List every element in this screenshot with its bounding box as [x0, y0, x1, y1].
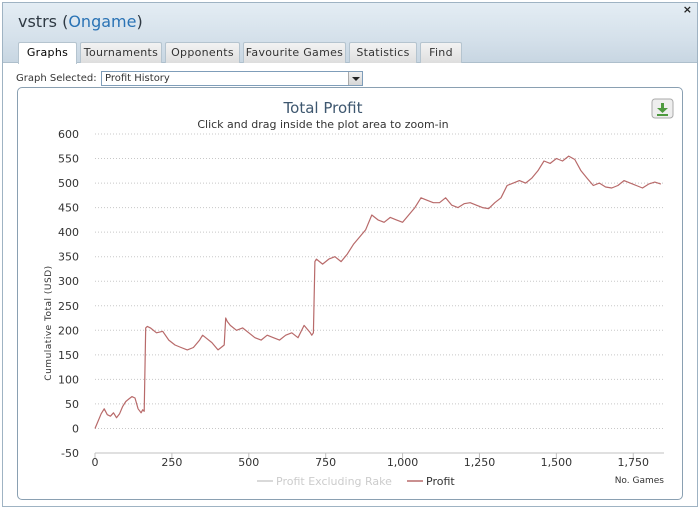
tab-graphs[interactable]: Graphs: [18, 42, 77, 64]
chevron-down-icon[interactable]: [348, 72, 362, 85]
y-tick-label: 400: [58, 226, 79, 239]
network-link[interactable]: Ongame: [68, 12, 136, 31]
player-name: vstrs (: [18, 12, 69, 31]
legend-item-profit[interactable]: Profit: [407, 475, 455, 488]
y-tick-label: 150: [58, 349, 79, 362]
series-layer: [94, 155, 662, 429]
x-tick-label: 1,750: [617, 456, 649, 469]
y-tick-label: 250: [58, 300, 79, 313]
y-axis-label: Cumulative Total (USD): [44, 265, 54, 380]
export-button[interactable]: [651, 98, 674, 119]
y-tick-label: 0: [72, 422, 79, 435]
y-tick-label: 350: [58, 251, 79, 264]
title-suffix: ): [136, 12, 143, 31]
tab-statistics[interactable]: Statistics: [349, 42, 417, 63]
legend-label: Profit: [426, 475, 455, 488]
y-tick-label: 50: [65, 398, 79, 411]
player-stats-window: vstrs (Ongame) × Graphs Tournaments Oppo…: [2, 2, 698, 507]
x-tick-label: 500: [238, 456, 259, 469]
y-axis: -50 0 50 100 150 200 250 300 350 400 450 500 550 600: [58, 128, 79, 460]
y-tick-label: 300: [58, 275, 79, 288]
x-tick-label: 0: [92, 456, 99, 469]
series-line-profit[interactable]: [94, 155, 662, 429]
y-tick-label: 500: [58, 177, 79, 190]
tab-opponents[interactable]: Opponents: [165, 42, 240, 63]
x-tick-label: 750: [315, 456, 336, 469]
x-tick-label: 1,000: [387, 456, 419, 469]
tab-find[interactable]: Find: [420, 42, 462, 63]
legend-label: Profit Excluding Rake: [276, 475, 392, 488]
x-tick-label: 1,250: [464, 456, 496, 469]
graph-select-value: Profit History: [105, 73, 170, 84]
tab-favourite-games[interactable]: Favourite Games: [243, 42, 346, 63]
y-tick-label: 100: [58, 373, 79, 386]
profit-chart[interactable]: Total Profit Click and drag inside the p…: [18, 88, 682, 499]
x-tick-label: 1,500: [541, 456, 573, 469]
y-tick-label: 550: [58, 153, 79, 166]
grid-lines: [95, 133, 664, 454]
close-icon[interactable]: ×: [683, 4, 692, 15]
chart-panel: Total Profit Click and drag inside the p…: [17, 87, 683, 500]
graph-select-dropdown[interactable]: Profit History: [101, 71, 363, 86]
tab-tournaments[interactable]: Tournaments: [80, 42, 162, 63]
window-title: vstrs (Ongame): [18, 12, 143, 31]
x-axis: 0 250 500 750 1,000 1,250 1,500 1,750: [92, 452, 664, 469]
chart-title: Total Profit: [283, 99, 363, 117]
tab-bar: Graphs Tournaments Opponents Favourite G…: [3, 40, 697, 64]
legend: Profit Excluding Rake Profit: [257, 475, 455, 488]
y-tick-label: 450: [58, 202, 79, 215]
x-tick-label: 250: [161, 456, 182, 469]
y-tick-label: -50: [61, 447, 79, 460]
chart-subtitle: Click and drag inside the plot area to z…: [197, 118, 448, 131]
graph-select-label: Graph Selected:: [16, 73, 97, 84]
x-axis-label: No. Games: [615, 476, 665, 486]
y-tick-label: 600: [58, 128, 79, 141]
window-titlebar: vstrs (Ongame) ×: [3, 3, 697, 40]
legend-item-profit-excluding-rake[interactable]: Profit Excluding Rake: [257, 475, 392, 488]
y-tick-label: 200: [58, 324, 79, 337]
